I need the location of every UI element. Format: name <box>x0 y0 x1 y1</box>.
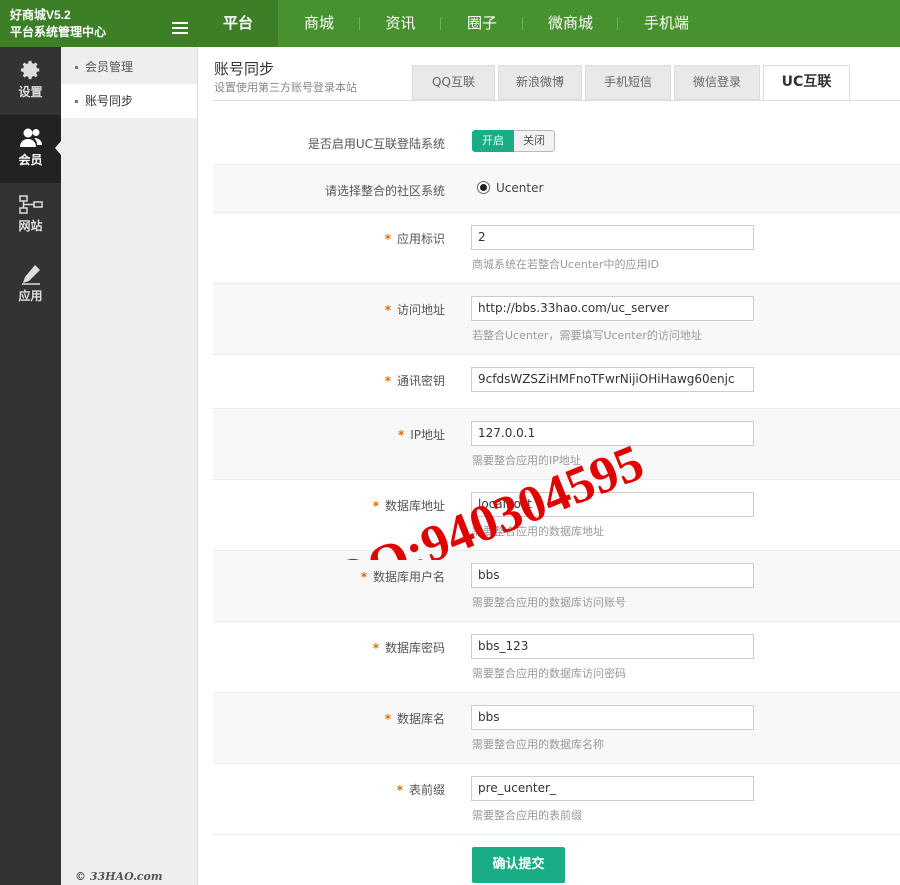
access-url-input[interactable]: http://bbs.33hao.com/uc_server <box>471 296 754 321</box>
field-label: * 表前缀 <box>396 783 445 797</box>
form-row-db-user: * 数据库用户名 bbs 需要整合应用的数据库访问账号 <box>213 551 900 622</box>
required-mark: * <box>372 641 379 655</box>
sub-sidebar: 会员管理 账号同步 © 33HAO.com <box>61 47 198 885</box>
form-row-db-password: * 数据库密码 bbs_123 需要整合应用的数据库访问密码 <box>213 622 900 693</box>
field-label: * 数据库名 <box>384 712 445 726</box>
form-row-table-prefix: * 表前缀 pre_ucenter_ 需要整合应用的表前缀 <box>213 764 900 835</box>
sidebar-item-settings[interactable]: 设置 <box>0 47 61 115</box>
required-mark: * <box>384 712 391 726</box>
field-hint: 需要整合应用的表前缀 <box>472 809 582 822</box>
toggle-on-button[interactable]: 开启 <box>472 130 514 152</box>
brand-subtitle: 平台系统管理中心 <box>10 25 107 39</box>
field-hint: 需要整合应用的数据库访问密码 <box>472 667 626 680</box>
required-mark: * <box>384 232 391 246</box>
copyright-footer: © 33HAO.com <box>75 870 163 883</box>
tab-sina-weibo[interactable]: 新浪微博 <box>498 65 582 100</box>
page-title: 账号同步 <box>214 60 275 78</box>
nav-circle[interactable]: 圈子 <box>441 0 523 47</box>
nav-news[interactable]: 资讯 <box>360 0 441 47</box>
db-host-input[interactable]: localhost <box>471 492 754 517</box>
nav-platform[interactable]: 平台 <box>198 0 278 47</box>
sitemap-icon <box>18 195 43 214</box>
field-hint: 需要整合应用的数据库地址 <box>472 525 604 538</box>
tab-qq[interactable]: QQ互联 <box>412 65 495 100</box>
brand-title: 好商城V5.2 <box>10 8 71 22</box>
table-prefix-input[interactable]: pre_ucenter_ <box>471 776 754 801</box>
required-mark: * <box>397 428 405 442</box>
field-label: * 数据库地址 <box>372 499 445 513</box>
form-row-enable: 是否启用UC互联登陆系统 开启 关闭 <box>213 101 900 165</box>
pencil-icon <box>21 265 40 285</box>
comm-key-input[interactable]: 9cfdsWZSZiHMFnoTFwrNijiOHiHawg60enjc <box>471 367 754 392</box>
db-password-input[interactable]: bbs_123 <box>471 634 754 659</box>
field-label: * 应用标识 <box>384 232 445 246</box>
form-row-community: 请选择整合的社区系统 <box>213 165 900 213</box>
db-user-input[interactable]: bbs <box>471 563 754 588</box>
nav-micro-mall[interactable]: 微商城 <box>523 0 618 47</box>
enable-toggle: 开启 关闭 <box>472 130 555 152</box>
field-label: * 通讯密钥 <box>384 374 445 388</box>
required-mark: * <box>360 570 367 584</box>
ucenter-radio[interactable] <box>477 181 490 194</box>
page-description: 设置使用第三方账号登录本站 <box>214 81 357 94</box>
users-icon <box>19 128 42 147</box>
db-name-input[interactable]: bbs <box>471 705 754 730</box>
tab-sms[interactable]: 手机短信 <box>585 65 671 100</box>
field-hint: 商城系统在若整合Ucenter中的应用ID <box>472 258 660 271</box>
field-hint: 需要整合应用的IP地址 <box>472 454 581 467</box>
tab-uc[interactable]: UC互联 <box>763 65 850 101</box>
app-id-input[interactable]: 2 <box>471 225 754 250</box>
form-row-ip: * IP地址 127.0.0.1 需要整合应用的IP地址 <box>213 409 900 480</box>
form-row-app-id: * 应用标识 2 商城系统在若整合Ucenter中的应用ID <box>213 213 900 284</box>
form-row-db-name: * 数据库名 bbs 需要整合应用的数据库名称 <box>213 693 900 764</box>
required-mark: * <box>384 303 391 317</box>
menu-toggle-icon[interactable] <box>172 22 188 34</box>
top-nav: 平台 商城 资讯 圈子 微商城 手机端 <box>198 0 715 47</box>
top-header: 好商城V5.2 平台系统管理中心 平台 商城 资讯 圈子 微商城 手机端 <box>0 0 900 47</box>
gear-icon <box>20 60 39 80</box>
ucenter-radio-label: Ucenter <box>496 181 544 195</box>
field-label: 是否启用UC互联登陆系统 <box>307 137 445 151</box>
required-mark: * <box>384 374 391 388</box>
sidebar-item-website[interactable]: 网站 <box>0 183 61 251</box>
nav-mall[interactable]: 商城 <box>278 0 360 47</box>
nav-mobile[interactable]: 手机端 <box>618 0 715 47</box>
field-hint: 若整合Ucenter，需要填写Ucenter的访问地址 <box>472 329 702 342</box>
field-label: * 数据库密码 <box>372 641 445 655</box>
required-mark: * <box>396 783 403 797</box>
field-label: * IP地址 <box>397 428 445 442</box>
sidebar-item-apps[interactable]: 应用 <box>0 251 61 319</box>
brand: 好商城V5.2 平台系统管理中心 <box>0 0 198 47</box>
toggle-off-button[interactable]: 关闭 <box>514 130 555 152</box>
tab-wechat-login[interactable]: 微信登录 <box>674 65 760 100</box>
field-hint: 需要整合应用的数据库访问账号 <box>472 596 626 609</box>
field-hint: 需要整合应用的数据库名称 <box>472 738 604 751</box>
field-label: * 数据库用户名 <box>360 570 445 584</box>
form-row-db-host: * 数据库地址 localhost 需要整合应用的数据库地址 <box>213 480 900 551</box>
field-label: 请选择整合的社区系统 <box>324 184 445 198</box>
required-mark: * <box>372 499 379 513</box>
subnav-item-account-sync[interactable]: 账号同步 <box>61 84 197 118</box>
tab-bar: QQ互联 新浪微博 手机短信 微信登录 UC互联 <box>412 65 853 101</box>
ip-input[interactable]: 127.0.0.1 <box>471 421 754 446</box>
icon-sidebar: 设置 会员 网站 应用 <box>0 47 61 885</box>
field-label: * 访问地址 <box>384 303 445 317</box>
form-row-comm-key: * 通讯密钥 9cfdsWZSZiHMFnoTFwrNijiOHiHawg60en… <box>213 355 900 409</box>
subnav-item-member-management[interactable]: 会员管理 <box>61 50 197 84</box>
submit-button[interactable]: 确认提交 <box>472 847 565 883</box>
sidebar-item-members[interactable]: 会员 <box>0 115 61 183</box>
form-row-access-url: * 访问地址 http://bbs.33hao.com/uc_server 若整合… <box>213 284 900 355</box>
